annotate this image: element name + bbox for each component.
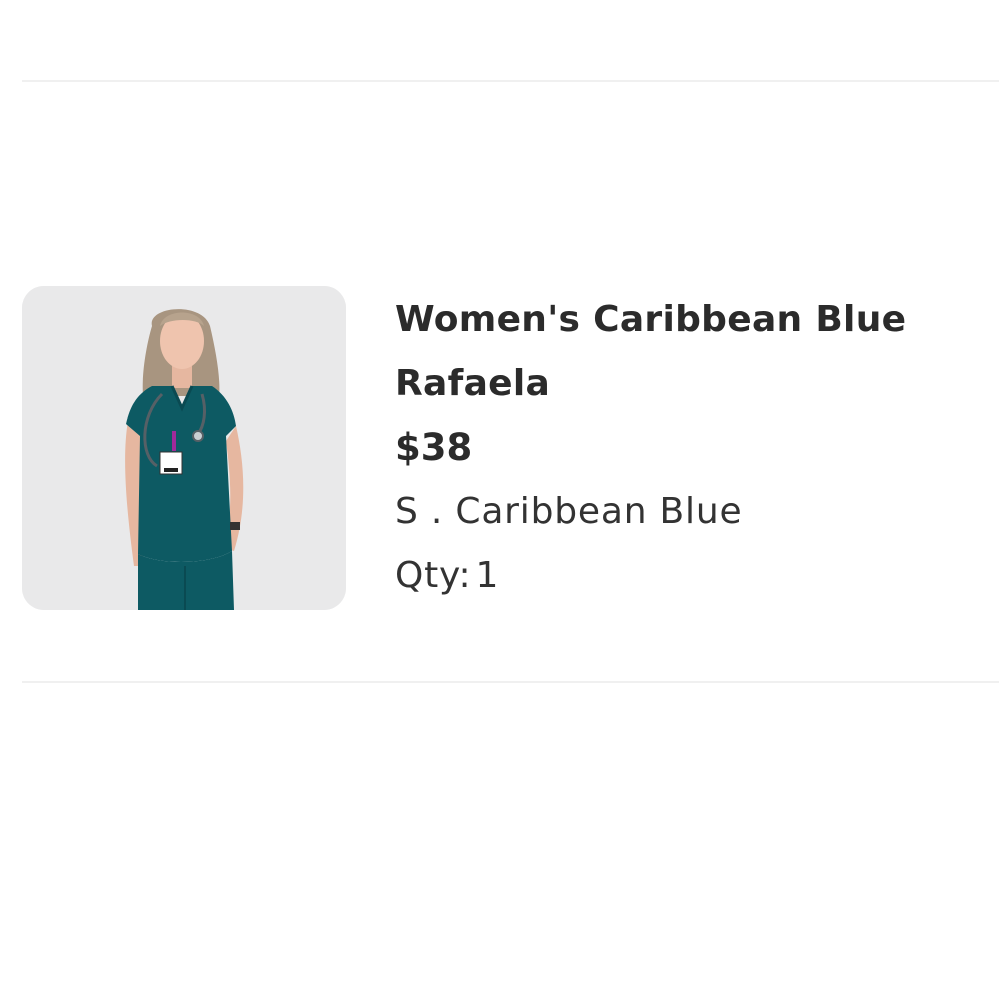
product-price: $38 bbox=[395, 426, 473, 469]
cart-line-item: Women's Caribbean Blue Rafaela $38 S . C… bbox=[22, 286, 982, 610]
top-divider bbox=[22, 80, 999, 82]
product-variant: S . Caribbean Blue bbox=[395, 491, 743, 532]
quantity-value: 1 bbox=[475, 555, 500, 596]
product-photo bbox=[22, 286, 346, 610]
product-quantity: Qty: 1 bbox=[395, 544, 985, 608]
product-details: Women's Caribbean Blue Rafaela $38 S . C… bbox=[395, 286, 985, 606]
product-thumbnail[interactable] bbox=[22, 286, 346, 610]
product-title[interactable]: Women's Caribbean Blue Rafaela bbox=[395, 288, 985, 416]
quantity-label: Qty: bbox=[395, 555, 472, 596]
bottom-divider bbox=[22, 681, 999, 683]
